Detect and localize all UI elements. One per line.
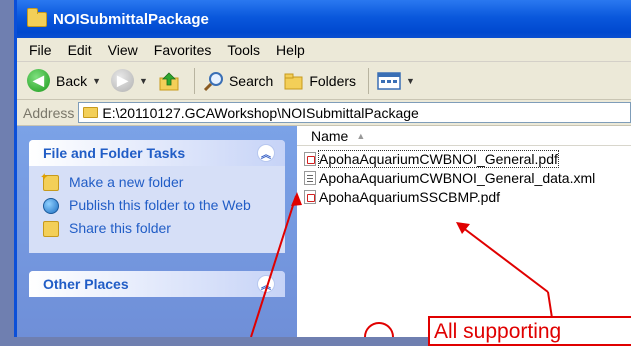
file-row[interactable]: ApohaAquariumCWBNOI_General_data.xml <box>304 168 631 187</box>
panel-header[interactable]: Other Places ︽ <box>29 271 285 297</box>
panel-title: File and Folder Tasks <box>43 145 186 161</box>
menu-tools[interactable]: Tools <box>227 42 260 58</box>
chevron-down-icon[interactable]: ▼ <box>92 76 101 86</box>
file-list: ApohaAquariumCWBNOI_General.pdf ApohaAqu… <box>297 146 631 206</box>
forward-arrow-icon: ▶ <box>111 69 135 92</box>
collapse-icon[interactable]: ︽ <box>257 144 275 162</box>
address-field[interactable]: E:\20110127.GCAWorkshop\NOISubmittalPack… <box>78 102 631 123</box>
title-bar[interactable]: NOISubmittalPackage <box>17 0 631 38</box>
search-button[interactable]: Search <box>203 70 273 92</box>
folders-button[interactable]: Folders <box>283 71 356 91</box>
menu-favorites[interactable]: Favorites <box>154 42 212 58</box>
new-folder-icon <box>40 169 59 191</box>
pdf-file-icon <box>304 189 316 204</box>
views-button[interactable]: ▼ <box>377 71 415 91</box>
file-name: ApohaAquariumCWBNOI_General.pdf <box>318 149 559 168</box>
task-publish-web[interactable]: Publish this folder to the Web <box>43 197 277 214</box>
other-places-panel: Other Places ︽ <box>29 271 285 297</box>
toolbar-separator <box>368 67 370 94</box>
search-label: Search <box>228 72 274 89</box>
up-folder-icon <box>159 71 179 90</box>
globe-icon <box>43 198 59 214</box>
chevron-down-icon[interactable]: ▼ <box>406 76 415 86</box>
content-area: File and Folder Tasks ︽ Make a new folde… <box>17 126 631 337</box>
collapse-icon[interactable]: ︽ <box>257 275 275 293</box>
folder-icon <box>27 7 47 27</box>
search-icon <box>203 71 223 91</box>
chevron-down-icon[interactable]: ▼ <box>139 76 148 86</box>
window-title: NOISubmittalPackage <box>53 10 209 28</box>
column-name-label: Name <box>311 127 349 144</box>
folder-icon <box>83 107 99 118</box>
explorer-window: NOISubmittalPackage File Edit View Favor… <box>14 0 631 337</box>
file-folder-tasks-panel: File and Folder Tasks ︽ Make a new folde… <box>29 140 285 253</box>
address-bar: Address E:\20110127.GCAWorkshop\NOISubmi… <box>17 100 631 126</box>
panel-title: Other Places <box>43 276 129 292</box>
file-row[interactable]: ApohaAquariumSSCBMP.pdf <box>304 187 631 206</box>
up-folder-button[interactable] <box>158 70 182 92</box>
menu-file[interactable]: File <box>29 42 52 58</box>
menu-edit[interactable]: Edit <box>68 42 92 58</box>
file-name: ApohaAquariumCWBNOI_General_data.xml <box>319 169 596 186</box>
menu-help[interactable]: Help <box>276 42 305 58</box>
pdf-file-icon <box>304 151 316 166</box>
panel-header[interactable]: File and Folder Tasks ︽ <box>29 140 285 166</box>
share-folder-icon <box>43 221 59 237</box>
views-icon <box>377 71 401 90</box>
file-name: ApohaAquariumSSCBMP.pdf <box>319 188 501 205</box>
file-row[interactable]: ApohaAquariumCWBNOI_General.pdf <box>304 149 631 168</box>
sort-ascending-icon: ▲ <box>356 130 366 141</box>
task-share-folder[interactable]: Share this folder <box>43 220 277 237</box>
address-path: E:\20110127.GCAWorkshop\NOISubmittalPack… <box>102 104 419 121</box>
task-label: Make a new folder <box>69 174 184 190</box>
back-arrow-icon: ◀ <box>27 69 50 92</box>
task-label: Share this folder <box>69 220 171 236</box>
forward-button[interactable]: ▶ ▼ <box>111 69 148 92</box>
file-list-pane: Name ▲ ApohaAquariumCWBNOI_General.pdf A… <box>297 126 631 337</box>
task-pane: File and Folder Tasks ︽ Make a new folde… <box>17 126 297 337</box>
toolbar-separator <box>193 67 195 94</box>
xml-file-icon <box>304 170 316 185</box>
address-label: Address <box>23 104 75 121</box>
toolbar: ◀ Back ▼ ▶ ▼ Search Folders ▼ <box>17 62 631 100</box>
task-new-folder[interactable]: Make a new folder <box>40 169 277 191</box>
column-header-name[interactable]: Name ▲ <box>297 126 631 146</box>
annotation-note: All supporting <box>428 316 631 346</box>
menu-bar: File Edit View Favorites Tools Help <box>17 38 631 62</box>
folders-icon <box>284 73 303 89</box>
menu-view[interactable]: View <box>108 42 138 58</box>
back-button[interactable]: ◀ Back ▼ <box>27 69 101 92</box>
panel-body: Make a new folder Publish this folder to… <box>29 166 285 253</box>
folders-label: Folders <box>309 72 357 89</box>
back-label: Back <box>56 72 88 89</box>
task-label: Publish this folder to the Web <box>69 197 251 213</box>
